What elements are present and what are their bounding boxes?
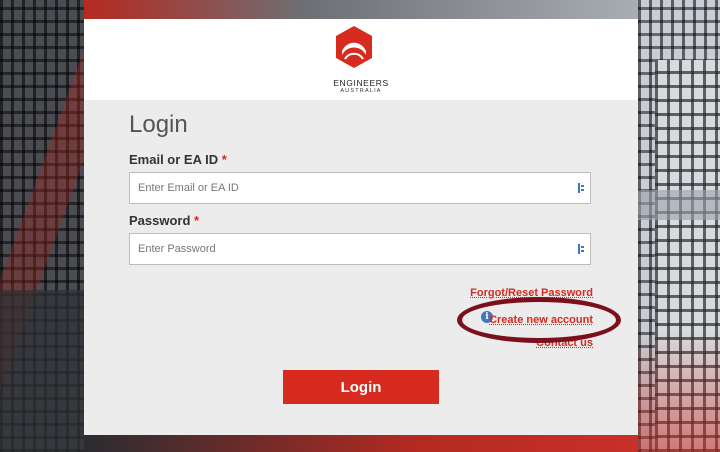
brand-name: ENGINEERS [333, 78, 389, 88]
password-manager-icon[interactable] [578, 244, 584, 254]
card-header: ENGINEERS AUSTRALIA [84, 19, 638, 100]
required-marker: * [194, 213, 200, 228]
password-label: Password * [129, 213, 199, 228]
page-title: Login [129, 111, 188, 138]
password-field[interactable] [130, 234, 560, 264]
email-label-text: Email or EA ID [129, 152, 219, 167]
email-field-wrapper [129, 172, 591, 204]
login-button[interactable]: Login [283, 370, 439, 404]
login-card: ENGINEERS AUSTRALIA Login Email or EA ID… [84, 19, 638, 435]
engineers-australia-logo [336, 26, 372, 68]
brand-subname: AUSTRALIA [340, 88, 382, 94]
password-manager-icon[interactable] [578, 183, 584, 193]
highlight-annotation [457, 297, 621, 343]
email-field[interactable] [130, 173, 560, 203]
required-marker: * [221, 152, 227, 167]
email-label: Email or EA ID * [129, 152, 227, 167]
password-field-wrapper [129, 233, 591, 265]
password-label-text: Password [129, 213, 191, 228]
